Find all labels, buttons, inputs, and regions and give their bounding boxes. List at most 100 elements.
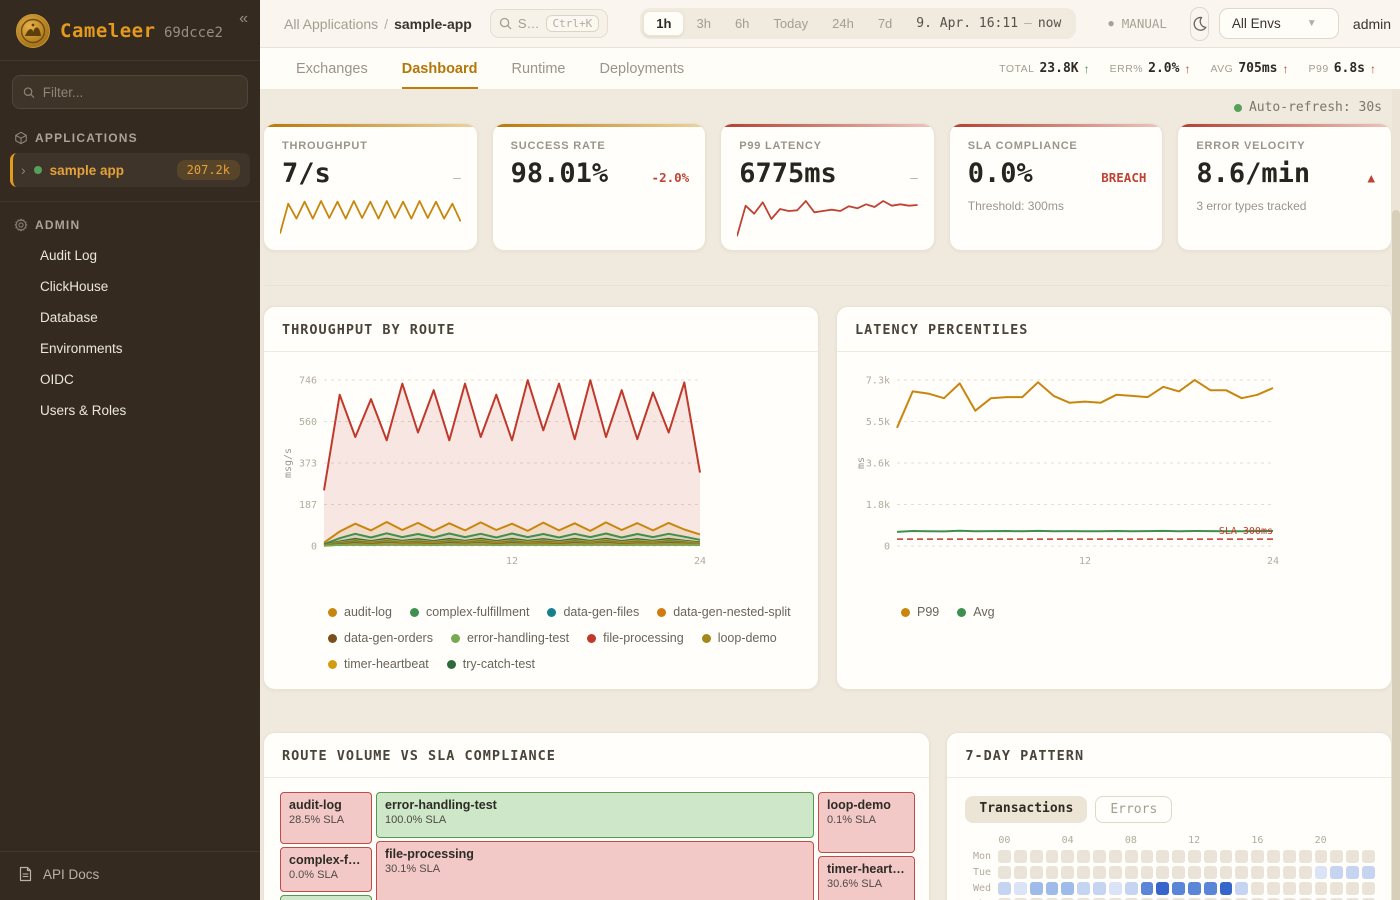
sidebar-filter[interactable] xyxy=(12,75,248,109)
heatmap-cell xyxy=(1299,866,1312,879)
panel-title: LATENCY PERCENTILES xyxy=(837,307,1391,352)
sidebar-item-database[interactable]: Database xyxy=(0,302,260,333)
heatmap-cell xyxy=(1188,866,1201,879)
sidebar-collapse-icon[interactable]: « xyxy=(239,10,248,28)
legend-dot xyxy=(328,634,337,643)
time-range-7d[interactable]: 7d xyxy=(866,12,904,35)
scrollbar-thumb[interactable] xyxy=(1392,210,1400,900)
tab-deployments[interactable]: Deployments xyxy=(600,48,685,89)
svg-text:746: 746 xyxy=(299,376,317,387)
breadcrumb-root[interactable]: All Applications xyxy=(284,16,378,32)
legend-item-audit-log[interactable]: audit-log xyxy=(328,605,392,619)
kpi-delta: -2.0% xyxy=(652,170,690,185)
app-item-label: sample app xyxy=(50,163,169,178)
toggle-transactions[interactable]: Transactions xyxy=(965,796,1087,823)
route-volume-sla-panel: ROUTE VOLUME VS SLA COMPLIANCE audit-log… xyxy=(263,732,930,900)
card-accent-bar xyxy=(264,124,477,127)
legend-item-complex-fulfillment[interactable]: complex-fulfillment xyxy=(410,605,530,619)
tab-exchanges[interactable]: Exchanges xyxy=(296,48,368,89)
charts-row: THROUGHPUT BY ROUTE 01873735607461224msg… xyxy=(263,306,1392,690)
tab-dashboard[interactable]: Dashboard xyxy=(402,48,478,89)
time-range-1h[interactable]: 1h xyxy=(643,11,684,36)
manual-refresh-button[interactable]: ● MANUAL xyxy=(1096,9,1180,38)
dark-mode-toggle[interactable] xyxy=(1190,7,1209,41)
heatmap-cell xyxy=(1093,882,1106,895)
heatmap-cell xyxy=(1030,882,1043,895)
heatmap-cell xyxy=(1125,882,1138,895)
heatmap-cell xyxy=(1346,850,1359,863)
filter-input[interactable] xyxy=(43,85,237,100)
legend-item-data-gen-orders[interactable]: data-gen-orders xyxy=(328,631,433,645)
legend-item-data-gen-nested-split[interactable]: data-gen-nested-split xyxy=(657,605,790,619)
heatmap-cell xyxy=(1362,882,1375,895)
toggle-errors[interactable]: Errors xyxy=(1095,796,1172,823)
treemap-box-data-gen-files[interactable]: data-gen-files100.0% SLA xyxy=(280,895,372,900)
legend-item-avg[interactable]: Avg xyxy=(957,605,994,619)
heatmap-cell xyxy=(1315,850,1328,863)
latency-legend: P99 Avg xyxy=(853,593,1375,623)
scrollbar-track[interactable] xyxy=(1392,90,1400,900)
tab-runtime[interactable]: Runtime xyxy=(512,48,566,89)
treemap-sla-value: 30.1% SLA xyxy=(385,863,805,875)
sidebar-item-api-docs[interactable]: API Docs xyxy=(0,851,260,900)
legend-item-timer-heartbeat[interactable]: timer-heartbeat xyxy=(328,657,429,671)
legend-item-error-handling-test[interactable]: error-handling-test xyxy=(451,631,569,645)
logo-suffix: 69dcce2 xyxy=(164,25,223,41)
heatmap-cell xyxy=(1204,866,1217,879)
app-item-count-badge: 207.2k xyxy=(177,160,240,180)
heatmap-cell xyxy=(1362,866,1375,879)
legend-item-p99[interactable]: P99 xyxy=(901,605,939,619)
legend-dot xyxy=(410,608,419,617)
date-dash: – xyxy=(1018,16,1038,31)
environment-select[interactable]: All Envs ▼ xyxy=(1219,8,1339,39)
heatmap-cell xyxy=(1220,850,1233,863)
weekly-heatmap: 000408121620MonTueWedThuFriSat xyxy=(963,835,1375,900)
panel-title: 7-DAY PATTERN xyxy=(947,733,1391,778)
treemap-route-name: file-processing xyxy=(385,847,805,861)
heatmap-cell xyxy=(1093,866,1106,879)
sidebar-item-users-roles[interactable]: Users & Roles xyxy=(0,395,260,426)
treemap-box-complex-fulfillment[interactable]: complex-fulfillment0.0% SLA xyxy=(280,847,372,892)
heatmap-cell xyxy=(1172,882,1185,895)
search-placeholder: S… xyxy=(518,16,540,31)
treemap-box-audit-log[interactable]: audit-log28.5% SLA xyxy=(280,792,372,844)
heatmap-cell xyxy=(1125,866,1138,879)
kpi-value: 98.01% xyxy=(511,158,609,189)
status-dot-green xyxy=(34,166,42,174)
global-search[interactable]: S… Ctrl+K xyxy=(490,9,608,38)
legend-item-try-catch-test[interactable]: try-catch-test xyxy=(447,657,535,671)
chevron-right-icon[interactable]: › xyxy=(21,162,26,178)
legend-item-loop-demo[interactable]: loop-demo xyxy=(702,631,777,645)
legend-item-file-processing[interactable]: file-processing xyxy=(587,631,684,645)
treemap-box-timer-heartbeat[interactable]: timer-heartbeat30.6% SLA xyxy=(818,856,915,900)
kpi-card-throughput: THROUGHPUT7/s– xyxy=(263,123,478,251)
sidebar-item-clickhouse[interactable]: ClickHouse xyxy=(0,271,260,302)
legend-item-data-gen-files[interactable]: data-gen-files xyxy=(547,605,639,619)
sidebar-item-audit-log[interactable]: Audit Log xyxy=(0,240,260,271)
sidebar-item-environments[interactable]: Environments xyxy=(0,333,260,364)
sidebar-item-oidc[interactable]: OIDC xyxy=(0,364,260,395)
user-menu[interactable]: admin xyxy=(1353,16,1391,32)
document-icon xyxy=(18,866,33,882)
kpi-label: P99 LATENCY xyxy=(739,140,918,152)
manual-label: MANUAL xyxy=(1121,15,1168,32)
time-range-today[interactable]: Today xyxy=(761,12,820,35)
heatmap-cell xyxy=(1188,882,1201,895)
svg-text:msg/s: msg/s xyxy=(283,448,294,478)
kpi-card-success-rate: SUCCESS RATE98.01%-2.0% xyxy=(492,123,707,251)
treemap-box-file-processing[interactable]: file-processing 30.1% SLA xyxy=(376,841,814,900)
treemap-box-loop-demo[interactable]: loop-demo0.1% SLA xyxy=(818,792,915,853)
treemap-sla-value: 28.5% SLA xyxy=(289,814,363,826)
heatmap-cell xyxy=(1046,866,1059,879)
date-range-display[interactable]: 9. Apr. 16:11–now xyxy=(904,16,1073,31)
time-range-24h[interactable]: 24h xyxy=(820,12,866,35)
sidebar-item-sample-app[interactable]: › sample app 207.2k xyxy=(10,153,250,187)
moon-icon xyxy=(1191,15,1208,32)
time-range-3h[interactable]: 3h xyxy=(684,12,722,35)
treemap-box-error-handling-test[interactable]: error-handling-test100.0% SLA xyxy=(376,792,814,838)
summary-stats: TOTAL23.8K↑ERR%2.0%↑AVG705ms↑P996.8s↑ xyxy=(999,48,1376,89)
heatmap-cell xyxy=(1156,850,1169,863)
heatmap-cell xyxy=(998,866,1011,879)
time-range-6h[interactable]: 6h xyxy=(723,12,761,35)
legend-dot xyxy=(547,608,556,617)
